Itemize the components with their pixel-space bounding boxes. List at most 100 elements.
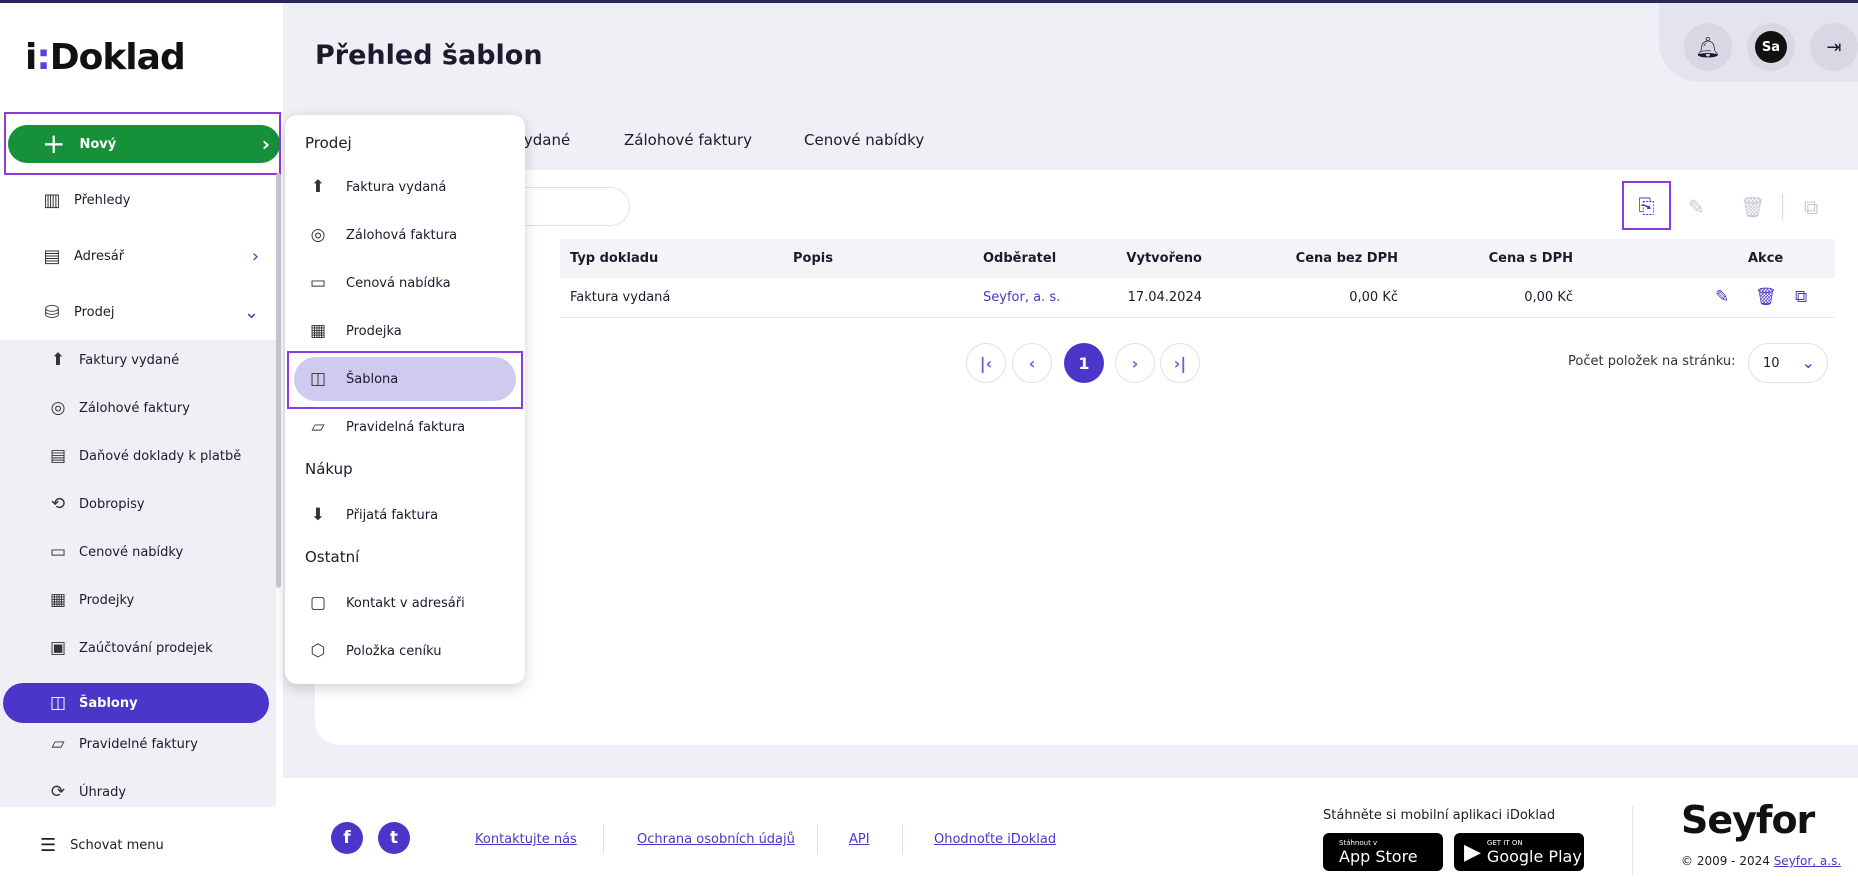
sidebar-item-prodej[interactable]: ⛁ Prodej ⌄ [0, 287, 283, 337]
column-header: Odběratel [983, 251, 1057, 266]
sidebar-item-faktury-vydane[interactable]: ⬆ Faktury vydané [0, 340, 276, 380]
top-actions: 🔔︎ Sa ⇥ [1659, 3, 1858, 82]
copyright: © 2009 - 2024 Seyfor, a.s. [1681, 854, 1841, 868]
cash-register-icon: ▦ [309, 321, 327, 341]
trash-icon[interactable]: 🗑︎ [1740, 195, 1765, 219]
sidebar-item-prodejky[interactable]: ▦ Prodejky [0, 580, 276, 620]
first-page-button[interactable]: |‹ [966, 343, 1006, 383]
table-header: Typ dokladu Popis Odběratel Vytvořeno Ce… [560, 239, 1835, 278]
notifications-button[interactable]: 🔔︎ [1684, 23, 1732, 71]
sidebar-item-adresar[interactable]: ▤ Adresář › [0, 231, 283, 281]
box-icon: ⬡ [310, 641, 326, 661]
sidebar-item-label: Cenové nabídky [79, 544, 184, 560]
app-store-large: App Store [1339, 846, 1418, 866]
menu-item-label: Kontakt v adresáři [346, 595, 465, 611]
sidebar-item-label: Faktury vydané [79, 352, 180, 368]
menu-item-prodejka[interactable]: ▦ Prodejka [294, 309, 516, 353]
footer-divider [902, 824, 903, 854]
briefcase-icon: ▭ [49, 542, 67, 562]
row-trash-icon[interactable]: 🗑︎ [1755, 287, 1777, 307]
menu-item-faktura-vydana[interactable]: ⬆ Faktura vydaná [294, 165, 516, 209]
menu-item-label: Zálohová faktura [346, 227, 458, 243]
menu-item-label: Faktura vydaná [346, 179, 447, 195]
footer-link-rate[interactable]: Ohodnoťte iDoklad [934, 832, 1056, 847]
template-icon: ◫ [49, 693, 67, 713]
menu-item-label: Pravidelná faktura [346, 419, 466, 435]
footer-divider [603, 824, 604, 854]
app-store-badge[interactable]: Stáhnout v App Store [1323, 833, 1443, 871]
mobile-app-text: Stáhněte si mobilní aplikaci iDoklad [1323, 808, 1556, 823]
next-page-button[interactable]: › [1115, 343, 1155, 383]
page-size-label: Počet položek na stránku: [1568, 354, 1736, 369]
menu-section-title: Ostatní [305, 548, 360, 566]
recurring-invoice-icon: ▱ [311, 417, 325, 437]
table-row[interactable]: Faktura vydaná Seyfor, a. s. 17.04.2024 … [560, 278, 1835, 318]
app-store-small: Stáhnout v [1339, 838, 1378, 847]
logout-button[interactable]: ⇥ [1810, 23, 1858, 71]
edit-icon[interactable]: ✎ [1688, 195, 1705, 219]
app-logo[interactable]: i:Doklad [25, 37, 186, 78]
prev-page-button[interactable]: ‹ [1012, 343, 1052, 383]
new-from-template-button[interactable]: ⎘ [1622, 181, 1671, 230]
user-menu-button[interactable]: Sa [1747, 23, 1795, 71]
chevron-right-icon: › [261, 132, 270, 156]
column-header: Cena bez DPH [1295, 251, 1398, 266]
sidebar-item-cenove-nabidky[interactable]: ▭ Cenové nabídky [0, 532, 276, 572]
new-button[interactable]: + Nový › [8, 125, 280, 163]
menu-item-zalohova-faktura[interactable]: ◎ Zálohová faktura [294, 213, 516, 257]
invoice-in-icon: ⬇ [310, 505, 326, 525]
sidebar-item-danove-doklady[interactable]: ▤ Daňové doklady k platbě [0, 436, 276, 476]
footer-link-api[interactable]: API [849, 832, 870, 847]
page-size-select[interactable]: 10 ⌄ [1748, 343, 1828, 383]
document-plus-icon: ⎘ [1638, 193, 1655, 218]
page-title: Přehled šablon [315, 40, 543, 71]
menu-item-label: Prodejka [346, 323, 402, 339]
tumblr-icon[interactable]: t [378, 822, 410, 854]
customer-link[interactable]: Seyfor, a. s. [983, 290, 1060, 305]
copyright-link[interactable]: Seyfor, a.s. [1774, 854, 1841, 868]
bell-icon: 🔔︎ [1695, 35, 1721, 59]
hide-menu-button[interactable]: ☰ Schovat menu [0, 807, 283, 883]
sidebar-item-dobropisy[interactable]: ⟲ Dobropisy [0, 484, 276, 524]
sidebar-item-prehledy[interactable]: ▥ Přehledy [0, 175, 283, 225]
invoice-out-icon: ⬆ [310, 177, 326, 197]
sidebar-item-pravidelne-faktury[interactable]: ▱ Pravidelné faktury [0, 724, 276, 764]
copy-icon[interactable]: ⧉ [1804, 195, 1818, 219]
row-copy-icon[interactable]: ⧉ [1795, 287, 1807, 307]
logout-icon: ⇥ [1826, 36, 1842, 58]
invoice-out-icon: ⬆ [50, 350, 66, 370]
toolbar-divider [1782, 194, 1783, 219]
last-page-button[interactable]: ›| [1160, 343, 1200, 383]
sidebar-scrollbar[interactable] [276, 173, 281, 588]
credit-note-icon: ⟲ [50, 494, 66, 514]
seyfor-logo: Seyfor [1681, 798, 1815, 842]
menu-item-pravidelna-faktura[interactable]: ▱ Pravidelná faktura [294, 405, 516, 449]
google-play-badge[interactable]: ▶ GET IT ON Google Play [1454, 833, 1584, 871]
payment-icon: ⟳ [50, 782, 66, 802]
page-button-current[interactable]: 1 [1064, 343, 1104, 383]
facebook-icon[interactable]: f [331, 822, 363, 854]
sidebar-item-sablony[interactable]: ◫ Šablony [3, 683, 269, 723]
footer: f t Kontaktujte nás Ochrana osobních úda… [283, 778, 1858, 883]
new-button-label: Nový [79, 136, 117, 152]
menu-item-polozka-ceniku[interactable]: ⬡ Položka ceníku [294, 629, 516, 673]
tab-zalohove-faktury[interactable]: Zálohové faktury [624, 131, 752, 149]
sidebar-item-zauctovani-prodejek[interactable]: ▣ Zaúčtování prodejek [0, 628, 276, 668]
sidebar-item-label: Prodej [74, 304, 115, 320]
cell-type: Faktura vydaná [570, 290, 671, 305]
menu-item-kontakt[interactable]: ▢ Kontakt v adresáři [294, 581, 516, 625]
footer-link-contact[interactable]: Kontaktujte nás [475, 832, 577, 847]
address-book-icon: ▤ [43, 245, 61, 267]
menu-item-prijata-faktura[interactable]: ⬇ Přijatá faktura [294, 493, 516, 537]
menu-item-cenova-nabidka[interactable]: ▭ Cenová nabídka [294, 261, 516, 305]
sidebar-item-zalohove-faktury[interactable]: ◎ Zálohové faktury [0, 388, 276, 428]
cell-price-vat: 0,00 Kč [1524, 290, 1573, 305]
sidebar: i:Doklad + Nový › ▥ Přehledy ▤ Adresář ›… [0, 3, 283, 883]
tab-cenove-nabidky[interactable]: Cenové nabídky [804, 131, 924, 149]
footer-divider [817, 824, 818, 854]
sidebar-item-uhrady[interactable]: ⟳ Úhrady [0, 772, 276, 812]
footer-link-privacy[interactable]: Ochrana osobních údajů [637, 832, 795, 847]
row-edit-icon[interactable]: ✎ [1715, 287, 1729, 307]
column-header: Cena s DPH [1488, 251, 1573, 266]
column-header: Typ dokladu [570, 251, 659, 266]
